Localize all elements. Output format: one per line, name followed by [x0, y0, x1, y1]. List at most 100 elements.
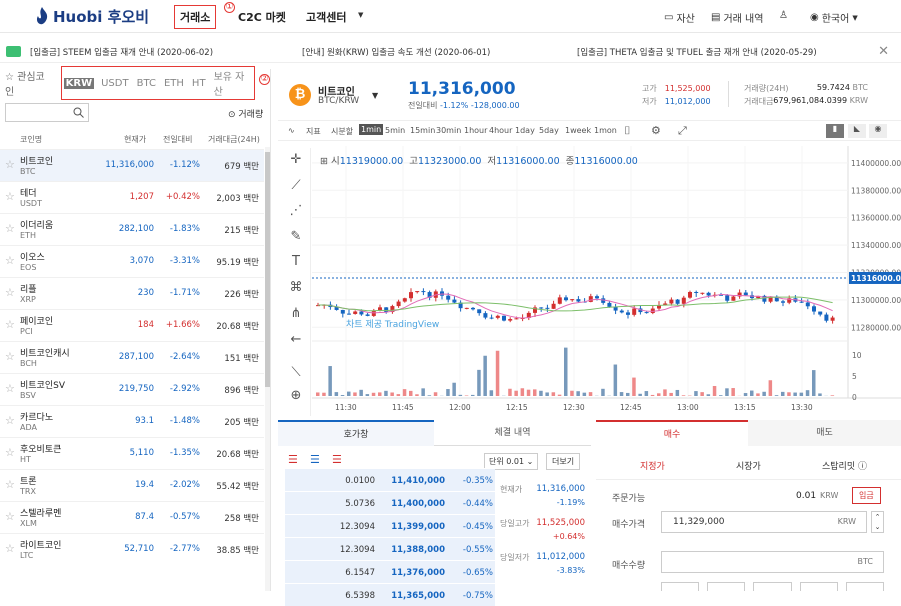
star-icon[interactable]: ☆ — [5, 254, 15, 267]
type-limit[interactable]: 지정가 — [640, 459, 665, 472]
ask-row[interactable]: 6.5398 11,365,000 -0.75% — [285, 583, 495, 606]
view-both-icon[interactable]: ☰ — [288, 453, 298, 466]
scroll-thumb[interactable] — [265, 152, 270, 387]
scrollbar[interactable] — [265, 147, 270, 591]
star-icon[interactable]: ☆ — [5, 414, 15, 427]
tool-5day[interactable]: 5day — [539, 126, 559, 135]
coin-row[interactable]: ☆ 카르다노 ADA 93.1 -1.48% 205 백만 — [0, 405, 264, 437]
col-volume[interactable]: 거래대금(24H) — [208, 134, 260, 145]
nav-support[interactable]: 고객센터 — [306, 9, 346, 25]
tool-1hour[interactable]: 1hour — [464, 126, 487, 135]
text-icon[interactable]: T — [287, 254, 305, 272]
tab-buy[interactable]: 매수 — [596, 420, 748, 446]
pattern-icon[interactable]: ⌘ — [287, 280, 305, 298]
tool-1day[interactable]: 1day — [515, 126, 535, 135]
gear-icon[interactable]: ⚙ — [651, 124, 661, 137]
star-icon[interactable]: ☆ — [5, 158, 15, 171]
tool-4hour[interactable]: 4hour — [489, 126, 512, 135]
coin-row[interactable]: ☆ 테더 USDT 1,207 +0.42% 2,003 백만 — [0, 181, 264, 213]
fib-icon[interactable]: ⋰ — [287, 203, 305, 221]
language-select[interactable]: ◉한국어▼ — [810, 10, 858, 25]
percent-button[interactable] — [707, 582, 745, 591]
tab-usdt[interactable]: USDT — [101, 78, 128, 89]
col-change[interactable]: 전일대비 — [163, 134, 192, 145]
tab-trades[interactable]: 체결 내역 — [434, 420, 591, 446]
tab-holdings[interactable]: 보유 자산 — [214, 68, 249, 98]
star-icon[interactable]: ☆ — [5, 446, 15, 459]
percent-button[interactable] — [661, 582, 699, 591]
tool-1mon[interactable]: 1mon — [594, 126, 617, 135]
view-bids-icon[interactable]: ☰ — [310, 453, 320, 466]
coin-row[interactable]: ☆ 리플 XRP 230 -1.71% 226 백만 — [0, 277, 264, 309]
history-link[interactable]: ▤거래 내역 — [711, 10, 763, 25]
tab-sell[interactable]: 매도 — [748, 420, 901, 446]
star-icon[interactable]: ☆ — [5, 350, 15, 363]
percent-button[interactable] — [800, 582, 838, 591]
nav-c2c[interactable]: C2C 마켓 — [238, 9, 286, 25]
tab-btc[interactable]: BTC — [137, 78, 156, 89]
col-price[interactable]: 현재가 — [124, 134, 146, 145]
huobi-logo[interactable]: Huobi 후오비 — [36, 6, 149, 26]
tool-15min[interactable]: 15min — [410, 126, 435, 135]
tab-favorite[interactable]: ☆ 관심코인 — [5, 68, 53, 98]
type-stoplimit[interactable]: 스탑리밋 ⓘ — [822, 459, 867, 472]
indicator-icon[interactable]: ∿ — [288, 126, 295, 135]
candle-icon[interactable]: ▮ — [826, 124, 844, 138]
help-icon[interactable]: ⓘ — [858, 462, 867, 472]
tab-krw[interactable]: KRW — [64, 78, 94, 89]
star-icon[interactable]: ☆ — [5, 382, 15, 395]
deposit-button[interactable]: 입금 — [852, 487, 881, 504]
coin-row[interactable]: ☆ 페이코인 PCI 184 +1.66% 20.68 백만 — [0, 309, 264, 341]
ask-row[interactable]: 12.3094 11,399,000 -0.45% — [285, 514, 495, 537]
camera-icon[interactable]: ⌷ — [624, 124, 631, 138]
star-icon[interactable]: ☆ — [5, 478, 15, 491]
tool-5min[interactable]: 5min — [385, 126, 405, 135]
star-icon[interactable]: ☆ — [5, 190, 15, 203]
ask-row[interactable]: 12.3094 11,388,000 -0.55% — [285, 537, 495, 560]
coin-row[interactable]: ☆ 이오스 EOS 3,070 -3.31% 95.19 백만 — [0, 245, 264, 277]
coin-row[interactable]: ☆ 이더리움 ETH 282,100 -1.83% 215 백만 — [0, 213, 264, 245]
price-input[interactable]: 11,329,000 KRW — [661, 511, 867, 533]
ruler-icon[interactable]: ⟍ — [287, 365, 305, 383]
ask-row[interactable]: 0.0100 11,410,000 -0.35% — [285, 468, 495, 491]
tool-30min[interactable]: 30min — [436, 126, 461, 135]
coin-row[interactable]: ☆ 비트코인 BTC 11,316,000 -1.12% 679 백만 — [0, 149, 264, 181]
zoom-icon[interactable]: ⊕ — [287, 388, 305, 406]
assets-link[interactable]: ▭자산 — [664, 10, 695, 25]
coin-row[interactable]: ☆ 비트코인캐시 BCH 287,100 -2.64% 151 백만 — [0, 341, 264, 373]
back-arrow-icon[interactable]: ← — [287, 332, 305, 350]
tab-orderbook[interactable]: 호가창 — [278, 420, 434, 446]
tool-1week[interactable]: 1week — [565, 126, 591, 135]
depth-icon[interactable]: ◉ — [869, 124, 887, 138]
measure-icon[interactable]: ⋔ — [287, 306, 305, 324]
crosshair-icon[interactable]: ✛ — [287, 152, 305, 170]
ask-price[interactable]: 11,410,000 — [391, 476, 445, 486]
qty-input[interactable]: BTC — [661, 551, 884, 573]
notice-1[interactable]: [입출금] STEEM 입출금 재개 안내 (2020-06-02) — [30, 46, 213, 58]
type-market[interactable]: 시장가 — [736, 459, 761, 472]
ask-price[interactable]: 11,399,000 — [391, 522, 445, 532]
percent-button[interactable] — [846, 582, 884, 591]
nav-exchange[interactable]: 거래소 — [174, 5, 216, 29]
search-input[interactable] — [5, 103, 89, 122]
coin-row[interactable]: ☆ 후오비토큰 HT 5,110 -1.35% 20.68 백만 — [0, 437, 264, 469]
star-icon[interactable]: ☆ — [5, 318, 15, 331]
ask-price[interactable]: 11,400,000 — [391, 499, 445, 509]
col-name[interactable]: 코인명 — [20, 134, 42, 145]
coin-row[interactable]: ☆ 라이트코인 LTC 52,710 -2.77% 38.85 백만 — [0, 533, 264, 565]
tool-1min[interactable]: 1min — [359, 124, 383, 135]
user-icon[interactable]: ♙ — [779, 10, 788, 21]
percent-button[interactable] — [753, 582, 791, 591]
tool-indicator[interactable]: 지표 — [306, 126, 321, 137]
tool-timeshare[interactable]: 시분할 — [331, 126, 353, 137]
more-button[interactable]: 더보기 — [546, 453, 580, 470]
ask-row[interactable]: 6.1547 11,376,000 -0.65% — [285, 560, 495, 583]
fullscreen-icon[interactable]: ⤢ — [678, 124, 687, 138]
notice-3[interactable]: [입출금] THETA 입출금 및 TFUEL 출금 재개 안내 (2020-0… — [577, 46, 817, 58]
brush-icon[interactable]: ✎ — [287, 229, 305, 247]
view-asks-icon[interactable]: ☰ — [332, 453, 342, 466]
volume-sort[interactable]: ⊙ 거래량 — [228, 107, 263, 120]
tab-eth[interactable]: ETH — [164, 78, 184, 89]
coin-dropdown-icon[interactable]: ▼ — [372, 91, 378, 100]
ask-price[interactable]: 11,376,000 — [391, 568, 445, 578]
